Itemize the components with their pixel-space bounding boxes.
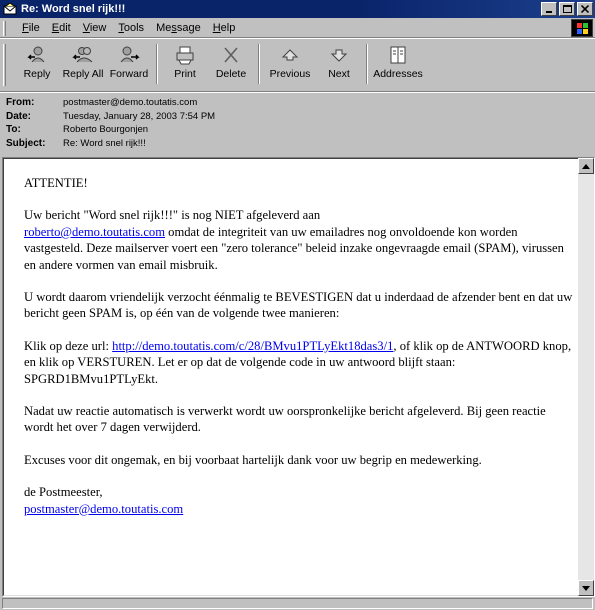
toolbar-separator — [258, 44, 260, 84]
status-bar — [0, 597, 595, 610]
header-subject-row: Subject: Re: Word snel rijk!!! — [6, 137, 595, 151]
previous-button[interactable]: Previous — [264, 44, 316, 86]
scroll-up-button[interactable] — [578, 158, 594, 174]
menu-help[interactable]: Help — [207, 20, 242, 36]
maximize-button[interactable] — [559, 2, 575, 16]
menu-file[interactable]: File — [16, 20, 46, 36]
maximize-icon — [562, 5, 572, 13]
windows-logo-throbber — [571, 19, 593, 37]
delete-label: Delete — [215, 68, 247, 80]
menu-grip[interactable] — [3, 21, 6, 36]
window-title: Re: Word snel rijk!!! — [21, 3, 126, 15]
minimize-icon — [546, 11, 552, 13]
reply-icon — [25, 44, 49, 66]
close-icon — [581, 5, 589, 13]
previous-label: Previous — [269, 68, 311, 80]
reply-all-label: Reply All — [62, 68, 104, 80]
paragraph-processing: Nadat uw reactie automatisch is verwerkt… — [24, 404, 546, 435]
menu-edit[interactable]: Edit — [46, 20, 77, 36]
status-field — [2, 598, 593, 609]
reply-all-button[interactable]: Reply All — [60, 44, 106, 86]
menu-file-label: ile — [28, 21, 40, 34]
outlook-express-message-window: Re: Word snel rijk!!! File Edit View Too… — [0, 0, 595, 610]
vertical-scrollbar[interactable] — [578, 158, 594, 596]
delete-button[interactable]: Delete — [208, 44, 254, 86]
forward-label: Forward — [109, 68, 149, 80]
menu-view[interactable]: View — [77, 20, 113, 36]
scroll-down-button[interactable] — [578, 580, 594, 596]
menu-message-label: sage — [176, 21, 201, 34]
postmaster-email-link[interactable]: postmaster@demo.toutatis.com — [24, 502, 183, 516]
toolbar-separator — [156, 44, 158, 84]
header-to-row: To: Roberto Bourgonjen — [6, 123, 595, 137]
subject-value: Re: Word snel rijk!!! — [63, 137, 146, 149]
forward-icon — [117, 44, 141, 66]
reply-button[interactable]: Reply — [14, 44, 60, 86]
menu-message-pre: Me — [156, 21, 172, 34]
menu-file-accel: F — [22, 21, 29, 34]
confirm-url-link[interactable]: http://demo.toutatis.com/c/28/BMvu1PTLyE… — [112, 339, 393, 353]
menu-edit-accel: E — [51, 21, 60, 34]
header-from-row: From: postmaster@demo.toutatis.com — [6, 96, 595, 110]
signature-name: de Postmeester, — [24, 485, 103, 500]
to-value[interactable]: Roberto Bourgonjen — [63, 124, 148, 135]
instructions-text: Klik op deze url: — [24, 338, 113, 353]
toolbar: Reply Reply All Forward Print Delete Pre… — [0, 40, 595, 92]
paragraph-apology: Excuses voor dit ongemak, en bij voorbaa… — [24, 452, 482, 467]
message-text: ATTENTIE! Uw bericht "Word snel rijk!!!"… — [24, 175, 574, 533]
message-header: From: postmaster@demo.toutatis.com Date:… — [0, 93, 595, 157]
toolbar-grip[interactable] — [3, 44, 6, 86]
window-controls — [541, 2, 593, 16]
header-date-row: Date: Tuesday, January 28, 2003 7:54 PM — [6, 110, 595, 124]
up-arrow-icon — [278, 44, 302, 66]
to-label: To: — [6, 124, 21, 136]
down-arrow-icon — [327, 44, 351, 66]
from-value[interactable]: postmaster@demo.toutatis.com — [63, 97, 197, 108]
scroll-up-arrow-icon — [582, 163, 590, 169]
paragraph-intro: Uw bericht "Word snel rijk!!!" is nog NI… — [24, 207, 574, 273]
reply-all-icon — [71, 44, 95, 66]
paragraph-instructions: Klik op deze url: http://demo.toutatis.c… — [24, 338, 574, 387]
forward-button[interactable]: Forward — [106, 44, 152, 86]
addresses-button[interactable]: Addresses — [372, 44, 424, 86]
menu-message[interactable]: Message — [150, 20, 207, 36]
delete-x-icon — [219, 44, 243, 66]
menu-help-label: elp — [220, 21, 236, 34]
envelope-icon — [3, 3, 17, 15]
next-button[interactable]: Next — [316, 44, 362, 86]
windows-logo-icon — [577, 23, 588, 34]
next-label: Next — [328, 68, 350, 80]
menu-view-label: iew — [89, 21, 107, 34]
date-value: Tuesday, January 28, 2003 7:54 PM — [63, 110, 216, 122]
reply-label: Reply — [23, 68, 51, 80]
address-book-icon — [386, 44, 410, 66]
menu-tools-label: ools — [123, 21, 145, 34]
paragraph-request: U wordt daarom vriendelijk verzocht éénm… — [24, 290, 573, 321]
menu-bar: File Edit View Tools Message Help — [0, 18, 595, 38]
minimize-button[interactable] — [541, 2, 557, 16]
paragraph-attentie: ATTENTIE! — [24, 176, 88, 190]
close-button[interactable] — [577, 2, 593, 16]
message-body-pane[interactable]: ATTENTIE! Uw bericht "Word snel rijk!!!"… — [2, 157, 595, 597]
addresses-label: Addresses — [373, 68, 423, 80]
menu-edit-label: dit — [59, 21, 71, 34]
toolbar-separator — [366, 44, 368, 84]
menu-tools[interactable]: Tools — [112, 20, 150, 36]
menu-help-accel: H — [212, 21, 221, 34]
from-label: From: — [6, 97, 35, 109]
paragraph-signature: de Postmeester, postmaster@demo.toutatis.… — [24, 484, 574, 517]
recipient-email-link[interactable]: roberto@demo.toutatis.com — [24, 225, 165, 239]
intro-text: Uw bericht "Word snel rijk!!!" is nog NI… — [24, 208, 321, 223]
scroll-down-arrow-icon — [582, 585, 590, 591]
message-body[interactable]: ATTENTIE! Uw bericht "Word snel rijk!!!"… — [3, 158, 579, 596]
date-label: Date: — [6, 110, 32, 122]
print-label: Print — [174, 68, 196, 80]
menu-view-accel: V — [82, 21, 90, 34]
printer-icon — [173, 44, 197, 66]
subject-label: Subject: — [6, 137, 46, 149]
print-button[interactable]: Print — [162, 44, 208, 86]
title-bar[interactable]: Re: Word snel rijk!!! — [0, 0, 595, 18]
